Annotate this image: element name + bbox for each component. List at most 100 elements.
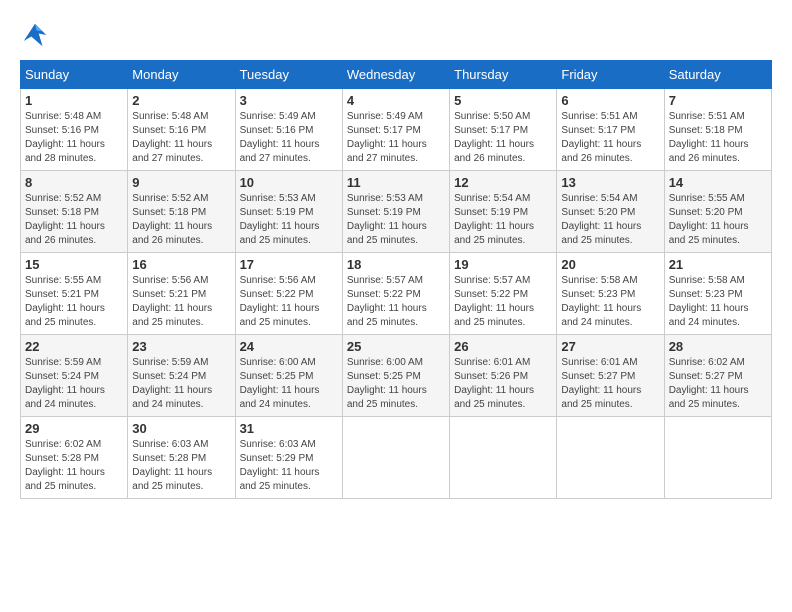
day-number: 27 [561,339,659,354]
daylight-hours: Daylight: 11 hours and 25 minutes. [347,221,427,246]
sunset-time: Sunset: 5:28 PM [132,453,206,464]
day-number: 16 [132,257,230,272]
day-number: 22 [25,339,123,354]
day-number: 30 [132,421,230,436]
day-info: Sunrise: 6:01 AM Sunset: 5:26 PM Dayligh… [454,356,552,412]
sunset-time: Sunset: 5:18 PM [25,207,99,218]
day-header-monday: Monday [128,61,235,89]
sunrise-time: Sunrise: 6:00 AM [240,357,316,368]
calendar-cell: 21 Sunrise: 5:58 AM Sunset: 5:23 PM Dayl… [664,253,771,335]
daylight-hours: Daylight: 11 hours and 24 minutes. [669,303,749,328]
daylight-hours: Daylight: 11 hours and 27 minutes. [132,139,212,164]
day-header-saturday: Saturday [664,61,771,89]
sunset-time: Sunset: 5:22 PM [240,289,314,300]
daylight-hours: Daylight: 11 hours and 26 minutes. [669,139,749,164]
sunset-time: Sunset: 5:17 PM [347,125,421,136]
calendar-cell: 16 Sunrise: 5:56 AM Sunset: 5:21 PM Dayl… [128,253,235,335]
daylight-hours: Daylight: 11 hours and 26 minutes. [25,221,105,246]
day-info: Sunrise: 5:57 AM Sunset: 5:22 PM Dayligh… [347,274,445,330]
daylight-hours: Daylight: 11 hours and 26 minutes. [454,139,534,164]
sunrise-time: Sunrise: 5:49 AM [240,111,316,122]
calendar-cell: 31 Sunrise: 6:03 AM Sunset: 5:29 PM Dayl… [235,417,342,499]
sunrise-time: Sunrise: 5:50 AM [454,111,530,122]
sunset-time: Sunset: 5:29 PM [240,453,314,464]
day-info: Sunrise: 5:55 AM Sunset: 5:20 PM Dayligh… [669,192,767,248]
daylight-hours: Daylight: 11 hours and 25 minutes. [454,385,534,410]
daylight-hours: Daylight: 11 hours and 25 minutes. [347,385,427,410]
day-header-thursday: Thursday [450,61,557,89]
sunrise-time: Sunrise: 5:55 AM [25,275,101,286]
sunset-time: Sunset: 5:20 PM [561,207,635,218]
sunset-time: Sunset: 5:23 PM [561,289,635,300]
calendar-cell: 9 Sunrise: 5:52 AM Sunset: 5:18 PM Dayli… [128,171,235,253]
day-number: 25 [347,339,445,354]
day-number: 13 [561,175,659,190]
day-info: Sunrise: 5:48 AM Sunset: 5:16 PM Dayligh… [25,110,123,166]
day-info: Sunrise: 6:03 AM Sunset: 5:28 PM Dayligh… [132,438,230,494]
day-number: 7 [669,93,767,108]
calendar-cell: 8 Sunrise: 5:52 AM Sunset: 5:18 PM Dayli… [21,171,128,253]
day-info: Sunrise: 5:51 AM Sunset: 5:18 PM Dayligh… [669,110,767,166]
calendar-cell: 22 Sunrise: 5:59 AM Sunset: 5:24 PM Dayl… [21,335,128,417]
sunset-time: Sunset: 5:18 PM [132,207,206,218]
daylight-hours: Daylight: 11 hours and 25 minutes. [669,221,749,246]
day-info: Sunrise: 5:53 AM Sunset: 5:19 PM Dayligh… [240,192,338,248]
sunset-time: Sunset: 5:19 PM [454,207,528,218]
day-info: Sunrise: 5:58 AM Sunset: 5:23 PM Dayligh… [561,274,659,330]
day-number: 18 [347,257,445,272]
sunrise-time: Sunrise: 5:53 AM [347,193,423,204]
day-info: Sunrise: 5:50 AM Sunset: 5:17 PM Dayligh… [454,110,552,166]
day-info: Sunrise: 5:56 AM Sunset: 5:22 PM Dayligh… [240,274,338,330]
sunrise-time: Sunrise: 5:57 AM [347,275,423,286]
calendar-cell: 28 Sunrise: 6:02 AM Sunset: 5:27 PM Dayl… [664,335,771,417]
day-number: 12 [454,175,552,190]
sunset-time: Sunset: 5:27 PM [669,371,743,382]
sunrise-time: Sunrise: 5:52 AM [132,193,208,204]
calendar-cell: 18 Sunrise: 5:57 AM Sunset: 5:22 PM Dayl… [342,253,449,335]
daylight-hours: Daylight: 11 hours and 28 minutes. [25,139,105,164]
calendar-cell: 19 Sunrise: 5:57 AM Sunset: 5:22 PM Dayl… [450,253,557,335]
day-info: Sunrise: 5:54 AM Sunset: 5:19 PM Dayligh… [454,192,552,248]
daylight-hours: Daylight: 11 hours and 25 minutes. [669,385,749,410]
sunset-time: Sunset: 5:25 PM [240,371,314,382]
sunrise-time: Sunrise: 6:02 AM [669,357,745,368]
sunset-time: Sunset: 5:16 PM [25,125,99,136]
day-info: Sunrise: 5:55 AM Sunset: 5:21 PM Dayligh… [25,274,123,330]
day-info: Sunrise: 5:52 AM Sunset: 5:18 PM Dayligh… [132,192,230,248]
day-header-friday: Friday [557,61,664,89]
daylight-hours: Daylight: 11 hours and 25 minutes. [561,385,641,410]
sunset-time: Sunset: 5:17 PM [561,125,635,136]
day-info: Sunrise: 6:00 AM Sunset: 5:25 PM Dayligh… [240,356,338,412]
sunrise-time: Sunrise: 5:53 AM [240,193,316,204]
calendar-cell: 26 Sunrise: 6:01 AM Sunset: 5:26 PM Dayl… [450,335,557,417]
logo [20,20,54,50]
day-info: Sunrise: 6:03 AM Sunset: 5:29 PM Dayligh… [240,438,338,494]
sunset-time: Sunset: 5:22 PM [347,289,421,300]
day-header-wednesday: Wednesday [342,61,449,89]
sunset-time: Sunset: 5:16 PM [132,125,206,136]
daylight-hours: Daylight: 11 hours and 25 minutes. [347,303,427,328]
day-info: Sunrise: 5:59 AM Sunset: 5:24 PM Dayligh… [25,356,123,412]
daylight-hours: Daylight: 11 hours and 25 minutes. [240,221,320,246]
sunrise-time: Sunrise: 5:51 AM [669,111,745,122]
day-info: Sunrise: 5:49 AM Sunset: 5:16 PM Dayligh… [240,110,338,166]
daylight-hours: Daylight: 11 hours and 26 minutes. [132,221,212,246]
day-info: Sunrise: 6:02 AM Sunset: 5:28 PM Dayligh… [25,438,123,494]
sunset-time: Sunset: 5:21 PM [25,289,99,300]
day-number: 15 [25,257,123,272]
sunset-time: Sunset: 5:23 PM [669,289,743,300]
sunset-time: Sunset: 5:20 PM [669,207,743,218]
daylight-hours: Daylight: 11 hours and 24 minutes. [561,303,641,328]
calendar-cell: 4 Sunrise: 5:49 AM Sunset: 5:17 PM Dayli… [342,89,449,171]
day-info: Sunrise: 5:48 AM Sunset: 5:16 PM Dayligh… [132,110,230,166]
day-number: 24 [240,339,338,354]
sunrise-time: Sunrise: 5:56 AM [240,275,316,286]
sunrise-time: Sunrise: 5:54 AM [561,193,637,204]
calendar-cell [450,417,557,499]
day-number: 9 [132,175,230,190]
sunrise-time: Sunrise: 5:52 AM [25,193,101,204]
sunset-time: Sunset: 5:24 PM [132,371,206,382]
calendar-cell: 29 Sunrise: 6:02 AM Sunset: 5:28 PM Dayl… [21,417,128,499]
day-header-tuesday: Tuesday [235,61,342,89]
calendar-cell: 20 Sunrise: 5:58 AM Sunset: 5:23 PM Dayl… [557,253,664,335]
